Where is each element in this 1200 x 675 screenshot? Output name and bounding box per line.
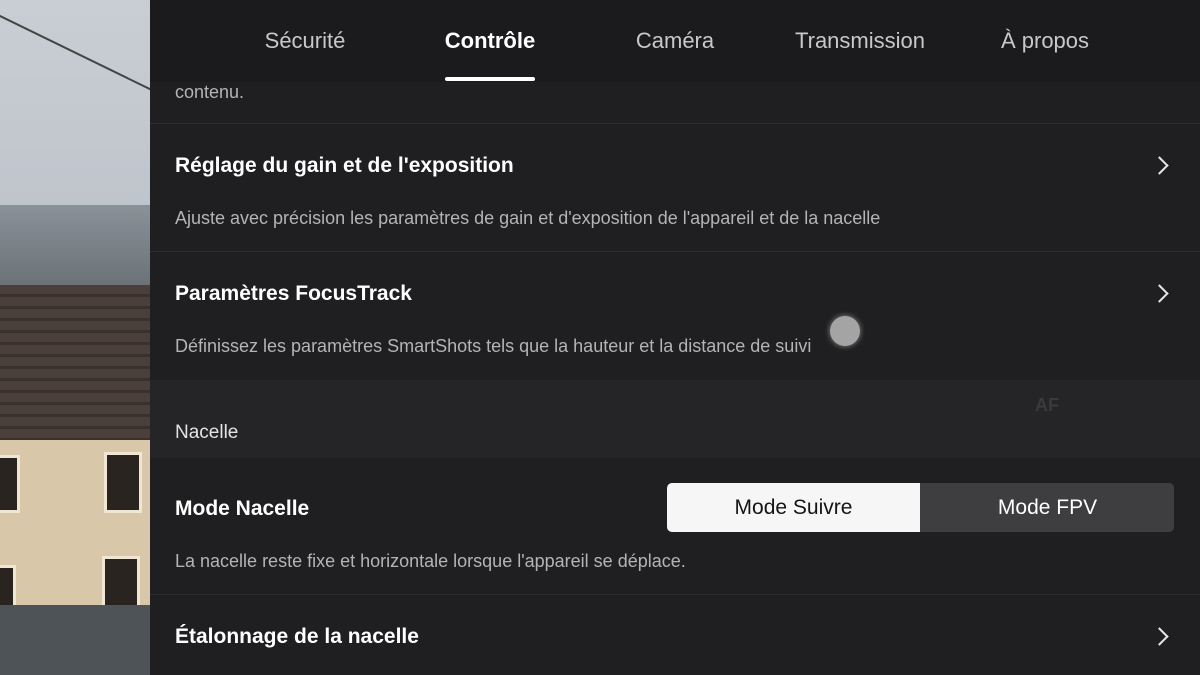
- previous-setting-description: contenu.: [175, 82, 245, 102]
- tab-a-propos[interactable]: À propos: [995, 28, 1095, 54]
- gimbal-mode-title: Mode Nacelle: [175, 497, 310, 520]
- house-window: [0, 455, 20, 513]
- active-tab-indicator: [445, 77, 535, 81]
- tab-securite[interactable]: Sécurité: [262, 28, 348, 54]
- focustrack-description: Définissez les paramètres SmartShots tel…: [175, 336, 812, 356]
- chevron-right-icon: [1150, 627, 1169, 646]
- focustrack-row[interactable]: Paramètres FocusTrack Définissez les par…: [150, 252, 1200, 379]
- mode-follow-option[interactable]: Mode Suivre: [667, 483, 920, 532]
- settings-tab-bar: Sécurité Contrôle Caméra Transmission À …: [150, 0, 1200, 82]
- camera-preview: [0, 0, 150, 675]
- previous-setting-row: contenu.: [150, 82, 1200, 124]
- touch-indicator: [830, 316, 860, 346]
- gimbal-mode-description: La nacelle reste fixe et horizontale lor…: [175, 551, 686, 571]
- power-line: [0, 10, 150, 96]
- gain-exposure-row[interactable]: Réglage du gain et de l'exposition Ajust…: [150, 124, 1200, 252]
- gimbal-calibration-title: Étalonnage de la nacelle: [175, 625, 419, 648]
- street: [0, 605, 150, 675]
- focustrack-title: Paramètres FocusTrack: [175, 282, 412, 305]
- camera-af-overlay: AF: [1035, 395, 1059, 415]
- chevron-right-icon: [1150, 156, 1169, 175]
- tab-transmission[interactable]: Transmission: [787, 28, 933, 54]
- gimbal-mode-selector: Mode Suivre Mode FPV: [667, 483, 1174, 532]
- chevron-right-icon: [1150, 284, 1169, 303]
- tab-camera[interactable]: Caméra: [632, 28, 718, 54]
- tab-controle[interactable]: Contrôle: [442, 28, 538, 54]
- house-roof: [0, 285, 150, 440]
- settings-panel: Sécurité Contrôle Caméra Transmission À …: [150, 0, 1200, 675]
- house-window: [104, 452, 142, 513]
- gimbal-calibration-row[interactable]: Étalonnage de la nacelle: [150, 595, 1200, 675]
- gimbal-section-label: Nacelle: [175, 422, 239, 443]
- mode-fpv-option[interactable]: Mode FPV: [921, 483, 1174, 532]
- gimbal-section-header: Nacelle AF: [150, 380, 1200, 458]
- hills: [0, 205, 150, 285]
- gain-exposure-title: Réglage du gain et de l'exposition: [175, 154, 514, 177]
- gain-exposure-description: Ajuste avec précision les paramètres de …: [175, 208, 881, 228]
